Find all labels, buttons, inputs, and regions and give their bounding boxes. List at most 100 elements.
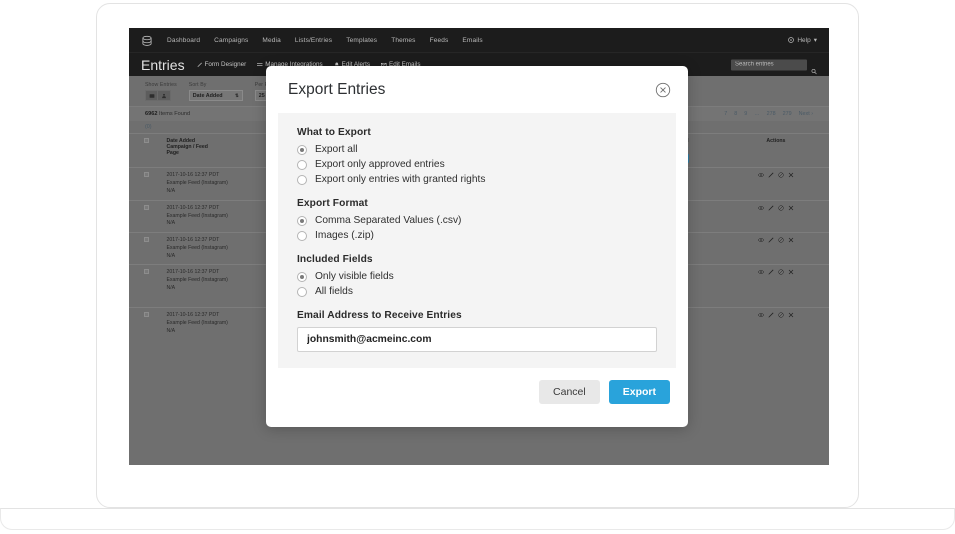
- radio-option-all-fields[interactable]: All fields: [297, 286, 657, 297]
- results-count: 6962: [145, 111, 157, 117]
- eye-icon[interactable]: [758, 205, 764, 211]
- radio-label: All fields: [315, 286, 353, 297]
- radio-option-only-visible-fields[interactable]: Only visible fields: [297, 271, 657, 282]
- list-view-icon[interactable]: [158, 90, 171, 101]
- results-count-suffix: Items Found: [159, 111, 190, 117]
- nav-item-themes[interactable]: Themes: [391, 37, 415, 44]
- row-checkbox[interactable]: [144, 237, 149, 242]
- radio-option-export-approved[interactable]: Export only approved entries: [297, 159, 657, 170]
- nav-item-campaigns[interactable]: Campaigns: [214, 37, 248, 44]
- nav-item-lists-entries[interactable]: Lists/Entries: [295, 37, 332, 44]
- eye-icon[interactable]: [758, 312, 764, 318]
- nav-item-media[interactable]: Media: [262, 37, 280, 44]
- ban-icon[interactable]: [778, 269, 784, 275]
- search-icon[interactable]: [811, 62, 817, 68]
- radio-indicator: [297, 145, 307, 155]
- radio-indicator: [297, 272, 307, 282]
- close-icon[interactable]: [788, 312, 794, 318]
- search-input[interactable]: [731, 59, 807, 70]
- row-select-cell: [129, 265, 163, 308]
- close-circle-icon[interactable]: [655, 82, 671, 98]
- row-checkbox[interactable]: [144, 312, 149, 317]
- eye-icon[interactable]: [758, 172, 764, 178]
- close-icon[interactable]: [788, 269, 794, 275]
- group-email-address: Email Address to Receive Entries: [297, 310, 657, 352]
- modal-header: Export Entries: [266, 66, 688, 113]
- laptop-base: [0, 508, 955, 530]
- nav-item-dashboard[interactable]: Dashboard: [167, 37, 200, 44]
- radio-label: Export only approved entries: [315, 159, 445, 170]
- radio-indicator: [297, 160, 307, 170]
- eye-icon[interactable]: [758, 269, 764, 275]
- sort-by-value: Date Added: [193, 93, 223, 99]
- top-navigation-bar: Dashboard Campaigns Media Lists/Entries …: [129, 28, 829, 52]
- row-checkbox[interactable]: [144, 172, 149, 177]
- select-all-header: [129, 134, 163, 168]
- pencil-icon[interactable]: [768, 205, 774, 211]
- row-select-cell: [129, 168, 163, 200]
- page-link-279[interactable]: 279: [783, 111, 792, 117]
- sliders-icon: [257, 62, 263, 68]
- page-link-next[interactable]: Next ›: [799, 111, 813, 117]
- page-link-278[interactable]: 278: [767, 111, 776, 117]
- help-menu[interactable]: Help ▾: [788, 36, 817, 44]
- row-actions-cell: [723, 308, 829, 351]
- nav-item-emails[interactable]: Emails: [462, 37, 482, 44]
- row-checkbox[interactable]: [144, 269, 149, 274]
- action-form-designer-label: Form Designer: [205, 61, 247, 68]
- close-icon[interactable]: [788, 205, 794, 211]
- select-all-checkbox[interactable]: [144, 138, 149, 143]
- modal-body: What to Export Export all Export only ap…: [278, 113, 676, 368]
- radio-label: Comma Separated Values (.csv): [315, 215, 461, 226]
- page-link-9[interactable]: 9: [744, 111, 747, 117]
- ban-icon[interactable]: [778, 172, 784, 178]
- pencil-icon[interactable]: [768, 237, 774, 243]
- search-area: [731, 59, 817, 70]
- cancel-button[interactable]: Cancel: [539, 380, 600, 404]
- page-link-8[interactable]: 8: [734, 111, 737, 117]
- radio-option-csv[interactable]: Comma Separated Values (.csv): [297, 215, 657, 226]
- radio-label: Only visible fields: [315, 271, 394, 282]
- action-form-designer[interactable]: Form Designer: [197, 61, 247, 68]
- pencil-icon: [197, 62, 203, 68]
- help-circle-icon: [788, 37, 794, 43]
- grid-view-icon[interactable]: [145, 90, 158, 101]
- pencil-icon[interactable]: [768, 269, 774, 275]
- export-entries-modal: Export Entries What to Export Export all: [266, 66, 688, 427]
- ban-icon[interactable]: [778, 205, 784, 211]
- ban-icon[interactable]: [778, 312, 784, 318]
- radio-label: Export only entries with granted rights: [315, 174, 485, 185]
- top-nav-items: Dashboard Campaigns Media Lists/Entries …: [167, 37, 483, 44]
- radio-option-zip[interactable]: Images (.zip): [297, 230, 657, 241]
- ban-icon[interactable]: [778, 237, 784, 243]
- row-checkbox[interactable]: [144, 205, 149, 210]
- chevron-down-icon: ▾: [814, 36, 817, 44]
- view-mode-segmented-control: [145, 90, 177, 101]
- radio-indicator: [297, 216, 307, 226]
- radio-option-export-all[interactable]: Export all: [297, 144, 657, 155]
- radio-label: Images (.zip): [315, 230, 374, 241]
- nav-item-templates[interactable]: Templates: [346, 37, 377, 44]
- page-link-7[interactable]: 7: [724, 111, 727, 117]
- row-action-group: [726, 205, 826, 211]
- group-title-included-fields: Included Fields: [297, 254, 657, 265]
- show-entries-label: Show Entries: [145, 82, 177, 88]
- radio-indicator: [297, 287, 307, 297]
- pencil-icon[interactable]: [768, 172, 774, 178]
- email-field[interactable]: [297, 327, 657, 352]
- radio-option-export-granted-rights[interactable]: Export only entries with granted rights: [297, 174, 657, 185]
- close-icon[interactable]: [788, 237, 794, 243]
- row-actions-cell: [723, 200, 829, 232]
- screenshot-root: Dashboard Campaigns Media Lists/Entries …: [0, 0, 955, 534]
- close-icon[interactable]: [788, 172, 794, 178]
- row-action-group: [726, 269, 826, 275]
- sort-by-select[interactable]: Date Added ⇅: [189, 90, 243, 101]
- eye-icon[interactable]: [758, 237, 764, 243]
- results-count-text: 6962 Items Found: [145, 111, 190, 117]
- row-action-group: [726, 312, 826, 318]
- pencil-icon[interactable]: [768, 312, 774, 318]
- column-header-actions: Actions: [723, 134, 829, 168]
- database-stack-icon[interactable]: [141, 34, 153, 46]
- nav-item-feeds[interactable]: Feeds: [430, 37, 449, 44]
- export-button[interactable]: Export: [609, 380, 670, 404]
